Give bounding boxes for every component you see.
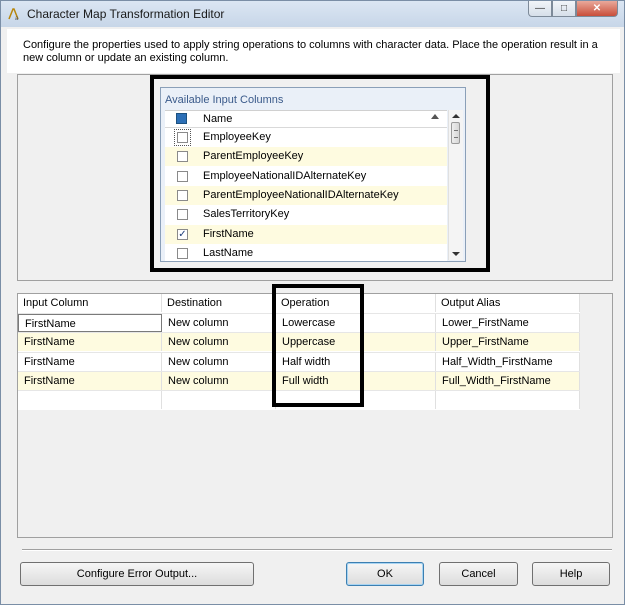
available-column-row[interactable]: EmployeeNationalIDAlternateKey: [165, 167, 447, 186]
column-checkbox[interactable]: [177, 189, 188, 201]
available-column-row[interactable]: ✓ FirstName: [165, 224, 447, 244]
table-cell[interactable]: Full width: [276, 371, 436, 390]
ok-button[interactable]: OK: [346, 562, 424, 586]
window-title: Character Map Transformation Editor: [27, 7, 225, 21]
table-cell[interactable]: Half width: [276, 352, 436, 371]
available-columns-scrollbar[interactable]: [448, 110, 463, 260]
table-cell[interactable]: Upper_FirstName: [436, 333, 580, 352]
scroll-up-icon[interactable]: [452, 114, 460, 118]
column-checkbox[interactable]: [177, 247, 188, 259]
close-button[interactable]: ✕: [576, 1, 618, 17]
column-header[interactable]: Destination: [162, 294, 276, 312]
help-button[interactable]: Help: [532, 562, 610, 586]
column-name: ParentEmployeeNationalIDAlternateKey: [203, 188, 399, 201]
available-column-row[interactable]: ParentEmployeeNationalIDAlternateKey: [165, 185, 447, 205]
table-row[interactable]: FirstName New column Uppercase Upper_FirstN…: [18, 332, 580, 352]
maximize-icon: □: [560, 3, 568, 14]
table-cell[interactable]: New column: [162, 314, 276, 332]
button-separator: [22, 549, 612, 551]
new-row[interactable]: [18, 390, 580, 410]
table-cell[interactable]: Half_Width_FirstName: [436, 352, 580, 371]
table-cell[interactable]: [276, 391, 436, 410]
table-cell[interactable]: [436, 391, 580, 410]
table-cell[interactable]: Full_Width_FirstName: [436, 371, 580, 390]
table-cell[interactable]: FirstName: [18, 371, 162, 390]
minimize-button[interactable]: —: [528, 1, 552, 17]
table-row[interactable]: FirstName New column Half width Half_Width_…: [18, 351, 580, 371]
description-area: Configure the properties used to apply s…: [7, 29, 620, 73]
table-cell[interactable]: [18, 391, 162, 410]
available-column-row[interactable]: SalesTerritoryKey: [165, 205, 447, 224]
column-checkbox[interactable]: [177, 209, 188, 221]
sort-arrow-icon: [431, 114, 439, 119]
column-checkbox[interactable]: [177, 151, 188, 163]
minimize-icon: —: [535, 3, 545, 14]
column-header[interactable]: Operation: [276, 294, 436, 312]
available-columns-list: Name EmployeeKey ParentEmployeeKey Employe…: [165, 110, 447, 261]
table-row[interactable]: FirstName New column Full width Full_Width_…: [18, 370, 580, 390]
available-column-row[interactable]: LastName: [165, 244, 447, 263]
available-column-row[interactable]: ParentEmployeeKey: [165, 147, 447, 167]
table-cell[interactable]: FirstName: [18, 352, 162, 371]
table-cell[interactable]: New column: [162, 352, 276, 371]
mapping-panel: Input Column Destination Operation Output A…: [17, 293, 613, 538]
column-name: SalesTerritoryKey: [203, 208, 290, 221]
column-name: FirstName: [203, 227, 254, 240]
column-name: LastName: [203, 246, 254, 259]
close-icon: ✕: [592, 3, 602, 14]
scroll-thumb[interactable]: [451, 122, 460, 144]
column-checkbox[interactable]: [174, 129, 191, 146]
table-cell[interactable]: New column: [162, 371, 276, 390]
maximize-button[interactable]: □: [552, 1, 576, 17]
title-bar: a Character Map Transformation Editor — …: [1, 1, 624, 27]
table-cell[interactable]: FirstName: [18, 314, 162, 332]
column-header[interactable]: Output Alias: [436, 294, 580, 312]
table-cell[interactable]: Lowercase: [276, 314, 436, 332]
character-map-icon: a: [8, 8, 19, 21]
available-input-columns-box: Available Input Columns Name EmployeeKey…: [160, 87, 466, 262]
mapping-grid-header: Input Column Destination Operation Output A…: [18, 294, 580, 312]
column-name: EmployeeKey: [203, 131, 271, 143]
scroll-down-icon[interactable]: [452, 252, 460, 256]
column-checkbox[interactable]: [177, 170, 188, 182]
table-cell[interactable]: FirstName: [18, 333, 162, 352]
mapping-grid: Input Column Destination Operation Output A…: [18, 294, 580, 410]
available-columns-header: Name: [165, 111, 447, 128]
column-name: EmployeeNationalIDAlternateKey: [203, 169, 367, 182]
table-cell[interactable]: Uppercase: [276, 333, 436, 352]
table-row[interactable]: FirstName New column Lowercase Lower_FirstN…: [18, 313, 580, 332]
available-input-columns-title: Available Input Columns: [165, 94, 284, 106]
column-checkbox-checked[interactable]: ✓: [177, 228, 188, 240]
column-header[interactable]: Input Column: [18, 294, 162, 312]
table-cell[interactable]: New column: [162, 333, 276, 352]
description-text: Configure the properties used to apply s…: [23, 39, 598, 64]
cancel-button[interactable]: Cancel: [439, 562, 518, 586]
table-cell[interactable]: Lower_FirstName: [436, 314, 580, 332]
name-column-header[interactable]: Name: [203, 113, 232, 125]
available-column-row[interactable]: EmployeeKey: [165, 128, 447, 147]
select-all-checkbox[interactable]: [176, 113, 187, 124]
table-cell[interactable]: [162, 391, 276, 410]
column-name: ParentEmployeeKey: [203, 150, 304, 163]
configure-error-output-button[interactable]: Configure Error Output...: [20, 562, 254, 586]
